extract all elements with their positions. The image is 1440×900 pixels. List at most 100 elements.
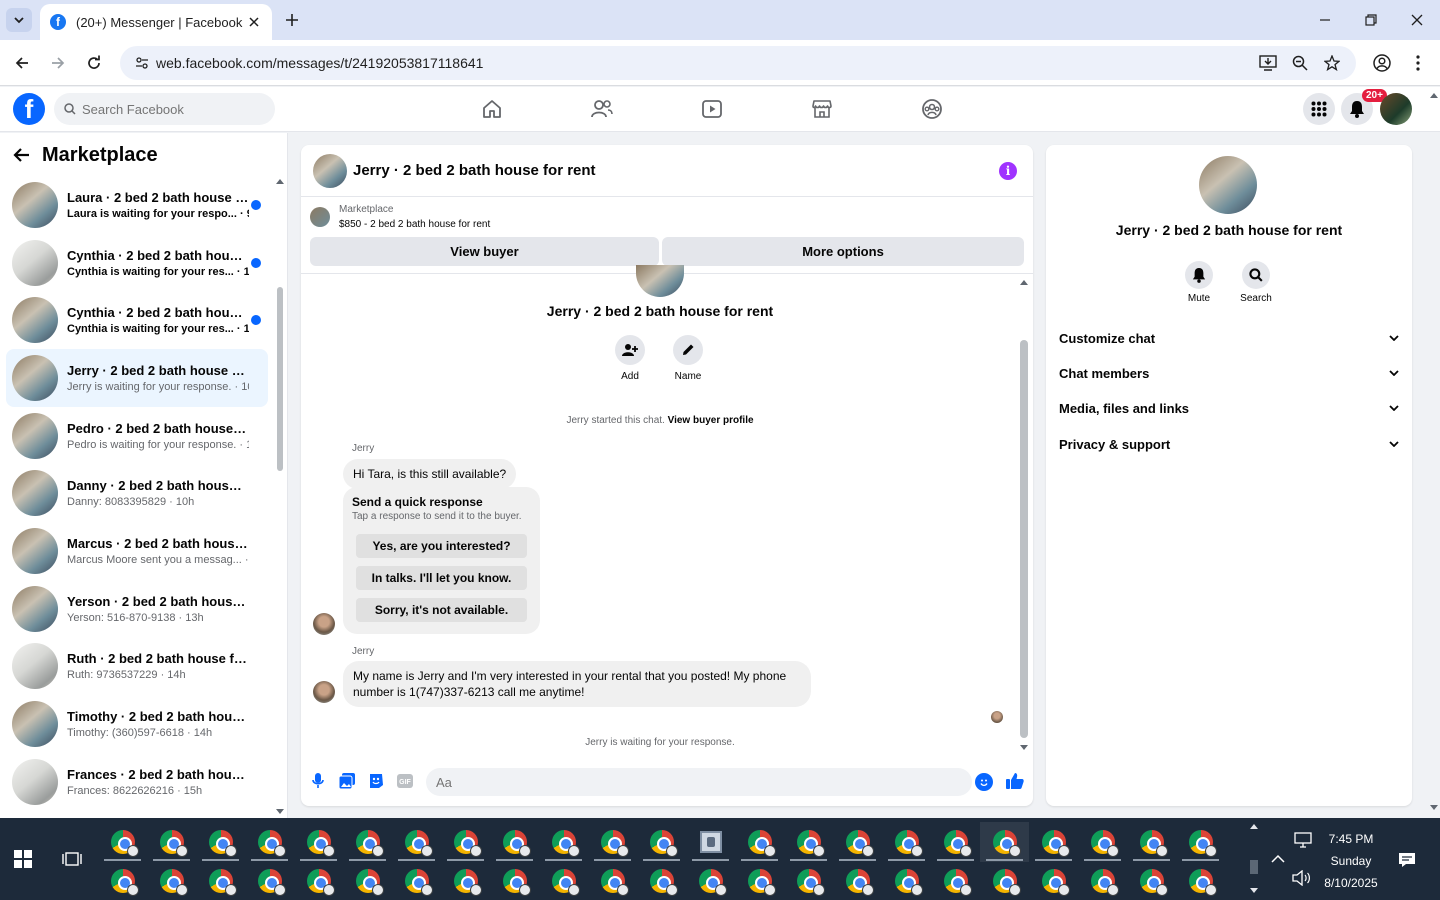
scroll-thumb[interactable] (277, 287, 283, 471)
media-files-links-section[interactable]: Media, files and links (1059, 393, 1399, 423)
add-action[interactable]: Add (600, 335, 660, 382)
scroll-thumb[interactable] (1250, 860, 1258, 874)
minimize-button[interactable] (1313, 9, 1337, 31)
taskbar-chrome-window[interactable] (490, 822, 539, 862)
zoom-button[interactable] (1288, 51, 1312, 75)
profile-button[interactable] (1370, 51, 1394, 75)
voice-clip-button[interactable] (309, 772, 327, 790)
taskbar-chrome-window[interactable] (637, 862, 686, 900)
close-window-button[interactable] (1405, 9, 1429, 31)
url-text[interactable]: web.facebook.com/messages/t/241920538171… (156, 55, 483, 71)
address-bar[interactable]: web.facebook.com/messages/t/241920538171… (120, 46, 1356, 80)
conversation-item[interactable]: Pedro · 2 bed 2 bath house for r... Pedro… (6, 407, 268, 465)
quick-reply-in-talks[interactable]: In talks. I'll let you know. (356, 566, 527, 590)
nav-groups[interactable] (919, 96, 945, 122)
new-tab-button[interactable] (280, 9, 304, 31)
quick-reply-yes[interactable]: Yes, are you interested? (356, 534, 527, 558)
close-tab-icon[interactable] (246, 14, 262, 30)
sender-avatar[interactable] (313, 681, 335, 703)
taskbar-chrome-window[interactable] (392, 822, 441, 862)
taskbar-chrome-window[interactable] (931, 822, 980, 862)
chat-title[interactable]: Jerry · 2 bed 2 bath house for rent (353, 162, 596, 179)
attach-photo-button[interactable] (338, 772, 356, 790)
reload-button[interactable] (82, 51, 106, 75)
taskbar-chrome-window[interactable] (441, 862, 490, 900)
taskbar-chrome-window[interactable] (1078, 862, 1127, 900)
scroll-down-arrow[interactable] (276, 809, 284, 814)
taskbar-chrome-window[interactable] (196, 822, 245, 862)
taskbar-chrome-window[interactable] (1029, 822, 1078, 862)
speaker-icon[interactable] (1292, 870, 1310, 886)
taskbar-chrome-window[interactable] (1176, 822, 1225, 862)
scroll-down-arrow[interactable] (1250, 888, 1258, 893)
conversation-item[interactable]: Cynthia · 2 bed 2 bath house f... Cynthia… (6, 234, 268, 292)
conversation-item[interactable]: Cynthia · 2 bed 2 bath house f... Cynthia… (6, 291, 268, 349)
search-box[interactable] (54, 93, 275, 125)
message-bubble[interactable]: My name is Jerry and I'm very interested… (343, 661, 811, 707)
browser-menu-button[interactable] (1406, 51, 1430, 75)
taskbar-chrome-window[interactable] (98, 862, 147, 900)
taskbar-chrome-window[interactable] (1127, 862, 1176, 900)
more-options-button[interactable]: More options (662, 237, 1024, 266)
quick-reply-not-available[interactable]: Sorry, it's not available. (356, 598, 527, 622)
taskbar-chrome-window[interactable] (147, 822, 196, 862)
taskbar-chrome-window[interactable] (539, 822, 588, 862)
taskbar-chrome-window[interactable] (784, 822, 833, 862)
chat-members-section[interactable]: Chat members (1059, 358, 1399, 388)
nav-marketplace[interactable] (809, 96, 835, 122)
taskbar-chrome-window[interactable] (98, 822, 147, 862)
conversation-item[interactable]: Marcus · 2 bed 2 bath house for... Marcus… (6, 522, 268, 580)
nav-video[interactable] (699, 96, 725, 122)
chat-avatar[interactable] (313, 153, 347, 188)
taskbar-chrome-window[interactable] (686, 822, 735, 862)
sticker-button[interactable] (367, 772, 385, 790)
maximize-button[interactable] (1359, 9, 1383, 31)
taskbar-clock[interactable]: 7:45 PM Sunday 8/10/2025 (1316, 828, 1386, 894)
browser-tab[interactable]: f (20+) Messenger | Facebook (40, 4, 272, 40)
view-buyer-button[interactable]: View buyer (310, 237, 659, 266)
taskbar-chrome-window[interactable] (294, 822, 343, 862)
taskbar-chrome-window[interactable] (686, 862, 735, 900)
gif-button[interactable]: GIF (396, 772, 414, 790)
taskbar-chrome-window[interactable] (735, 822, 784, 862)
taskbar-chrome-window[interactable] (441, 822, 490, 862)
scroll-thumb[interactable] (1020, 340, 1028, 738)
taskbar-chrome-window[interactable] (147, 862, 196, 900)
taskbar-chrome-window[interactable] (245, 822, 294, 862)
scroll-up-arrow[interactable] (1250, 824, 1258, 829)
message-input[interactable] (426, 768, 972, 796)
taskbar-chrome-window[interactable] (735, 862, 784, 900)
listing-thumbnail[interactable] (310, 207, 330, 227)
conversation-item[interactable]: Jerry · 2 bed 2 bath house for r... Jerry… (6, 349, 268, 407)
taskbar-chrome-window[interactable] (784, 862, 833, 900)
search-input[interactable] (82, 101, 262, 117)
scroll-up-arrow[interactable] (276, 179, 284, 184)
listing-price-title[interactable]: $850 - 2 bed 2 bath house for rent (339, 219, 490, 230)
taskbar-chrome-window[interactable] (637, 822, 686, 862)
bookmark-button[interactable] (1320, 51, 1344, 75)
view-buyer-profile-link[interactable]: View buyer profile (668, 415, 754, 426)
conversation-item[interactable]: Yerson · 2 bed 2 bath house for ... Yerso… (6, 580, 268, 638)
taskbar-chrome-window[interactable] (343, 822, 392, 862)
facebook-logo[interactable]: f (13, 93, 45, 125)
sidebar-scrollbar[interactable] (276, 179, 284, 814)
network-icon[interactable] (1294, 832, 1312, 848)
mute-action[interactable]: Mute (1174, 261, 1224, 304)
taskbar-scroll[interactable] (1248, 818, 1260, 900)
chevron-up-icon[interactable] (1271, 854, 1285, 864)
info-icon[interactable]: i (999, 162, 1017, 180)
taskbar-chrome-window[interactable] (539, 862, 588, 900)
taskbar-chrome-window[interactable] (588, 822, 637, 862)
taskbar-chrome-window[interactable] (833, 822, 882, 862)
notification-center-icon[interactable] (1398, 852, 1416, 868)
back-arrow-icon[interactable] (12, 147, 30, 163)
customize-chat-section[interactable]: Customize chat (1059, 323, 1399, 353)
taskbar-chrome-window[interactable] (196, 862, 245, 900)
emoji-icon[interactable] (975, 773, 993, 791)
scroll-up-arrow[interactable] (1020, 280, 1028, 285)
taskbar-chrome-window[interactable] (882, 822, 931, 862)
sender-avatar[interactable] (313, 613, 335, 635)
taskbar-chrome-window[interactable] (1078, 822, 1127, 862)
taskbar-chrome-window[interactable] (833, 862, 882, 900)
taskbar-chrome-window[interactable] (882, 862, 931, 900)
